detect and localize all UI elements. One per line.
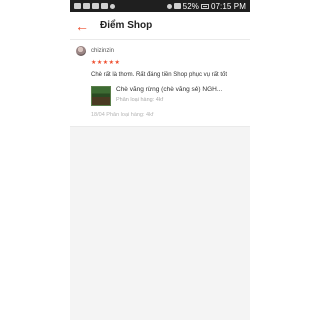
image-icon — [92, 3, 99, 9]
wifi-icon — [166, 3, 172, 9]
product-thumbnail[interactable] — [91, 86, 111, 106]
reviewed-product[interactable]: Chè vằng rừng (chè vằng sẻ) NGH... Phân … — [91, 86, 244, 106]
battery-percent: 52% — [182, 1, 199, 11]
rating-stars: ★★★★★ — [91, 60, 121, 66]
status-right: 52% 07:15 PM — [166, 1, 246, 11]
status-time: 07:15 PM — [210, 1, 246, 11]
notification-dot-icon — [110, 3, 115, 9]
product-info: Chè vằng rừng (chè vằng sẻ) NGH... Phân … — [116, 86, 236, 103]
back-button[interactable]: ← — [70, 12, 94, 40]
review-card: chizinzin ★★★★★ Chè rất là thơm. Rất đán… — [70, 40, 250, 127]
left-margin — [0, 0, 70, 320]
product-name[interactable]: Chè vằng rừng (chè vằng sẻ) NGH... — [116, 86, 236, 94]
phone-screen: 52% 07:15 PM ← Điểm Shop chizinzin ★★★★★… — [70, 0, 250, 320]
right-margin — [250, 0, 320, 320]
status-bar: 52% 07:15 PM — [70, 0, 250, 12]
screenshot-frame: 52% 07:15 PM ← Điểm Shop chizinzin ★★★★★… — [0, 0, 320, 320]
signal-icon — [173, 3, 181, 9]
review-meta: 18/04 Phân loại hàng: 4kf — [91, 112, 154, 118]
page-title: Điểm Shop — [100, 20, 153, 31]
battery-icon — [200, 3, 209, 9]
facebook-icon — [83, 3, 90, 9]
product-variant: Phân loại hàng: 4kf — [116, 97, 164, 103]
review-comment: Chè rất là thơm. Rất đáng tiền Shop phục… — [91, 72, 228, 78]
mail-icon — [101, 3, 108, 9]
review-username[interactable]: chizinzin — [91, 48, 114, 54]
status-left — [74, 3, 115, 9]
avatar[interactable] — [76, 46, 86, 56]
arrow-left-icon: ← — [75, 17, 89, 34]
app-header: ← Điểm Shop — [70, 12, 250, 40]
review-user-row: chizinzin — [76, 46, 244, 56]
message-icon — [74, 3, 81, 9]
